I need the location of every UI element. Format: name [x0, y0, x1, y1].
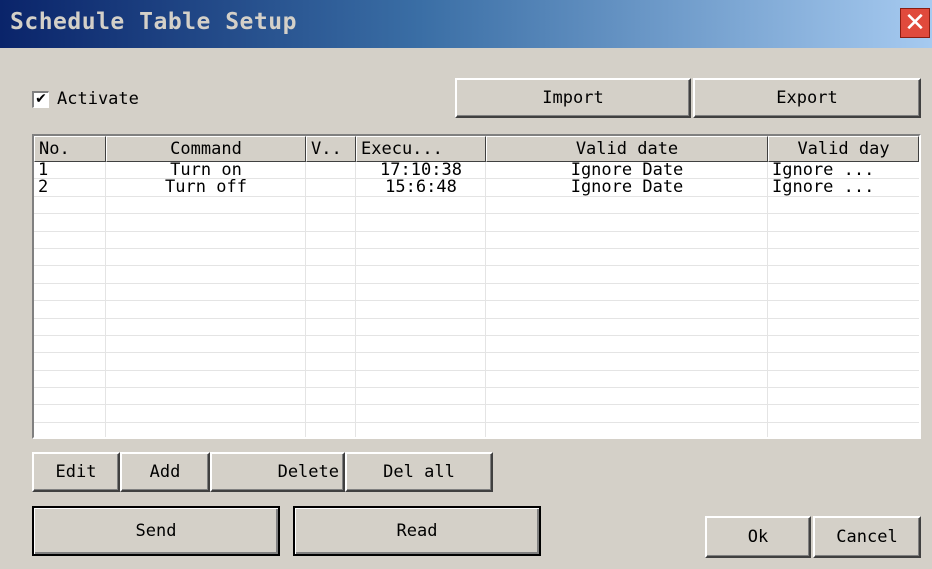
send-button[interactable]: Send [32, 506, 280, 556]
window-title: Schedule Table Setup [10, 9, 297, 35]
table-cell: Ignore Date [570, 179, 684, 197]
table-row[interactable] [34, 249, 919, 267]
edit-button[interactable]: Edit [32, 452, 120, 492]
ok-button[interactable]: Ok [705, 516, 811, 558]
activate-label: Activate [57, 89, 139, 109]
table-row[interactable]: 2 Turn off 15:6:48 Ignore Date Ignore ... [34, 179, 919, 197]
table-cell: Ignore ... [772, 179, 875, 197]
table-cell: Ignore Date [570, 162, 684, 179]
schedule-table[interactable]: No. Command V.. Execu... Valid date Valid day… [32, 134, 921, 439]
table-cell: 17:10:38 [380, 162, 462, 179]
table-cell: Ignore ... [772, 162, 875, 179]
column-header[interactable]: Command [106, 136, 306, 162]
table-row[interactable] [34, 214, 919, 232]
import-button[interactable]: Import [455, 78, 691, 118]
cancel-button[interactable]: Cancel [813, 516, 921, 558]
activate-checkbox[interactable]: ✔ Activate [32, 89, 139, 109]
table-cell [310, 162, 352, 179]
close-icon: ✕ [904, 8, 926, 38]
table-row[interactable] [34, 301, 919, 319]
table-row[interactable] [34, 336, 919, 354]
table-row[interactable] [34, 284, 919, 302]
column-header[interactable]: No. [34, 136, 106, 162]
title-bar[interactable]: Schedule Table Setup ✕ [0, 0, 932, 48]
table-cell: Turn on [170, 162, 242, 179]
table-cell: 2 [38, 179, 49, 197]
table-cell: 1 [38, 162, 49, 179]
table-row[interactable] [34, 423, 919, 437]
export-button[interactable]: Export [693, 78, 921, 118]
del-all-button[interactable]: Del all [345, 452, 493, 492]
close-button[interactable]: ✕ [900, 8, 930, 38]
table-cell [310, 179, 352, 196]
table-row[interactable] [34, 266, 919, 284]
column-header[interactable]: Valid day [768, 136, 919, 162]
table-row[interactable] [34, 405, 919, 423]
table-row[interactable] [34, 388, 919, 406]
checkmark-icon[interactable]: ✔ [32, 90, 49, 108]
column-header[interactable]: V.. [306, 136, 356, 162]
column-header[interactable]: Execu... [356, 136, 486, 162]
table-row[interactable]: 1 Turn on 17:10:38 Ignore Date Ignore ... [34, 162, 919, 180]
read-button[interactable]: Read [293, 506, 541, 556]
table-body: 1 Turn on 17:10:38 Ignore Date Ignore ... 2 Tu… [34, 162, 919, 437]
table-row[interactable] [34, 197, 919, 215]
table-row[interactable] [34, 353, 919, 371]
table-row[interactable] [34, 319, 919, 336]
table-cell: Turn off [165, 179, 247, 197]
table-cell: 15:6:48 [385, 179, 457, 197]
table-row[interactable] [34, 371, 919, 389]
add-button[interactable]: Add [120, 452, 210, 492]
column-header[interactable]: Valid date [486, 136, 768, 162]
table-row[interactable] [34, 232, 919, 249]
delete-button[interactable]: Delete [210, 452, 345, 492]
